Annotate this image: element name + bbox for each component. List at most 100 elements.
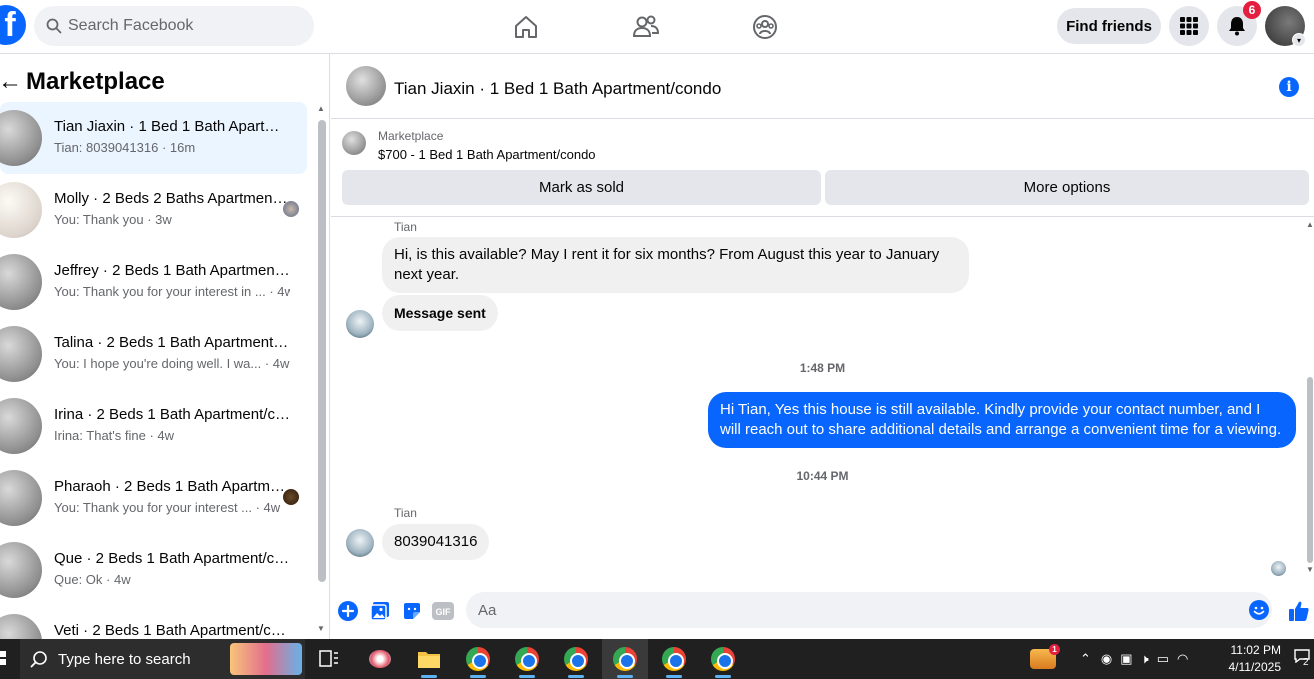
message-bubble[interactable]: Hi, is this available? May I rent it for…	[382, 237, 969, 293]
chrome-icon[interactable]	[504, 639, 550, 679]
message-bubble-outgoing[interactable]: Hi Tian, Yes this house is still availab…	[708, 392, 1296, 448]
conversation-item[interactable]: Tian Jiaxin · 1 Bed 1 Bath Apartment/con…	[0, 102, 307, 174]
conversation-name: Veti · 2 Beds 1 Bath Apartment/condo	[54, 622, 290, 639]
plus-icon[interactable]	[337, 600, 359, 622]
conversation-item[interactable]: Veti · 2 Beds 1 Bath Apartment/condo	[0, 606, 307, 639]
back-arrow-icon[interactable]: ←	[0, 68, 22, 96]
chrome-icon[interactable]	[651, 639, 697, 679]
emoji-icon[interactable]	[1249, 600, 1269, 620]
timestamp: 10:44 PM	[796, 469, 849, 483]
facebook-logo[interactable]: f	[0, 5, 26, 45]
gif-icon[interactable]: GIF	[432, 600, 454, 622]
listing-thumbnail	[0, 542, 42, 598]
volume-muted-icon[interactable]: 🕨	[1141, 651, 1149, 667]
scroll-down-arrow[interactable]: ▼	[317, 624, 325, 633]
conversation-name: Molly · 2 Beds 2 Baths Apartment/condo	[54, 190, 290, 207]
system-clock[interactable]: 11:02 PM 4/11/2025	[1221, 642, 1282, 676]
chrome-icon[interactable]	[602, 639, 648, 679]
chat-avatar[interactable]	[346, 66, 386, 106]
conversation-item[interactable]: Jeffrey · 2 Beds 1 Bath Apartment/condo …	[0, 246, 307, 318]
conversation-item[interactable]: Que · 2 Beds 1 Bath Apartment/condo Que:…	[0, 534, 307, 606]
svg-text:GIF: GIF	[436, 607, 452, 617]
sticker-icon[interactable]	[401, 600, 423, 622]
conversation-name: Que · 2 Beds 1 Bath Apartment/condo	[54, 550, 290, 567]
app-icon[interactable]	[357, 639, 403, 679]
chat-scrollbar[interactable]	[1307, 377, 1313, 563]
info-icon[interactable]: i	[1279, 77, 1299, 97]
listing-thumbnail[interactable]	[342, 131, 366, 155]
system-tray: 1 ⌃ ◉ ▣ 🕨 ▭ ◠	[1030, 639, 1188, 679]
find-friends-button[interactable]: Find friends	[1057, 8, 1161, 44]
sidebar-title: Marketplace	[26, 68, 165, 95]
conversation-snippet: You: Thank you for your interest ... · 4…	[54, 500, 281, 515]
scroll-up-arrow[interactable]: ▲	[1306, 220, 1314, 229]
notification-count: 2	[1303, 657, 1309, 668]
listing-thumbnail	[0, 470, 42, 526]
device-icon[interactable]: ▣	[1120, 651, 1132, 667]
search-input[interactable]	[68, 17, 288, 35]
record-icon[interactable]: ◉	[1101, 651, 1112, 667]
sender-name: Tian	[394, 506, 417, 520]
friends-icon[interactable]	[631, 12, 661, 42]
conversation-item[interactable]: Pharaoh · 2 Beds 1 Bath Apartment/condo …	[0, 462, 307, 534]
chrome-icon[interactable]	[700, 639, 746, 679]
home-icon[interactable]	[511, 12, 541, 42]
conversation-snippet: You: Thank you for your interest in ... …	[54, 284, 290, 299]
sender-avatar[interactable]	[346, 529, 374, 557]
battery-icon[interactable]: ▭	[1157, 651, 1169, 667]
message-composer: GIF	[331, 589, 1314, 639]
file-explorer-icon[interactable]	[406, 639, 452, 679]
sender-name: Tian	[394, 220, 417, 234]
taskbar-search[interactable]: Type here to search	[20, 639, 305, 679]
chat-title[interactable]: Tian Jiaxin · 1 Bed 1 Bath Apartment/con…	[394, 79, 721, 99]
listing-thumbnail	[0, 614, 42, 639]
listing-thumbnail	[0, 182, 42, 238]
bell-icon	[1229, 17, 1245, 36]
message-input-box[interactable]	[466, 592, 1272, 628]
seen-avatar	[283, 489, 299, 505]
windows-start-icon[interactable]	[0, 651, 6, 665]
conversation-name: Talina · 2 Beds 1 Bath Apartment/condo	[54, 334, 290, 351]
windows-taskbar: Type here to search 1 ⌃ ◉ ▣ 🕨 ▭ ◠ 11:02 …	[0, 639, 1314, 679]
weather-app-icon[interactable]: 1	[1030, 644, 1060, 669]
conversation-snippet: Tian: 8039041316 · 16m	[54, 140, 196, 155]
clock-date: 4/11/2025	[1228, 660, 1282, 674]
scroll-down-arrow[interactable]: ▼	[1306, 565, 1314, 574]
chrome-icon[interactable]	[455, 639, 501, 679]
task-view-icon[interactable]	[306, 639, 352, 679]
groups-icon[interactable]	[750, 12, 780, 42]
seen-avatar	[1271, 561, 1286, 576]
scroll-up-arrow[interactable]: ▲	[317, 104, 325, 113]
search-icon	[30, 651, 47, 668]
search-highlight-image	[230, 643, 302, 675]
search-box[interactable]	[34, 6, 314, 46]
conversation-name: Tian Jiaxin · 1 Bed 1 Bath Apartment/con…	[54, 118, 290, 135]
chevron-down-icon[interactable]: ▾	[1292, 33, 1306, 47]
sender-avatar[interactable]	[346, 310, 374, 338]
search-icon	[46, 18, 62, 34]
wifi-icon[interactable]: ◠	[1177, 651, 1188, 667]
chat-panel: Tian Jiaxin · 1 Bed 1 Bath Apartment/con…	[331, 54, 1314, 639]
conversation-snippet: You: I hope you're doing well. I wa... ·…	[54, 356, 290, 371]
listing-thumbnail	[0, 326, 42, 382]
message-bubble[interactable]: 8039041316	[382, 524, 490, 560]
conversation-item[interactable]: Molly · 2 Beds 2 Baths Apartment/condo Y…	[0, 174, 307, 246]
conversation-name: Irina · 2 Beds 1 Bath Apartment/condo	[54, 406, 290, 423]
mark-as-sold-button[interactable]: Mark as sold	[342, 170, 821, 205]
timestamp: 1:48 PM	[799, 361, 846, 375]
more-options-button[interactable]: More options	[825, 170, 1309, 205]
notification-center-icon[interactable]: 2	[1294, 649, 1314, 669]
chrome-icon[interactable]	[553, 639, 599, 679]
photo-icon[interactable]	[369, 600, 391, 622]
chevron-up-icon[interactable]: ⌃	[1080, 651, 1091, 667]
taskbar-search-placeholder: Type here to search	[58, 650, 191, 668]
message-input[interactable]	[478, 601, 1218, 619]
seen-avatar	[283, 201, 299, 217]
message-bubble[interactable]: Message sent	[382, 295, 498, 331]
thumbs-up-icon[interactable]	[1288, 600, 1310, 622]
sidebar-scrollbar[interactable]	[318, 120, 326, 582]
listing-price-title[interactable]: $700 - 1 Bed 1 Bath Apartment/condo	[378, 147, 596, 162]
menu-grid-button[interactable]	[1169, 6, 1209, 46]
conversation-item[interactable]: Talina · 2 Beds 1 Bath Apartment/condo Y…	[0, 318, 307, 390]
conversation-item[interactable]: Irina · 2 Beds 1 Bath Apartment/condo Ir…	[0, 390, 307, 462]
